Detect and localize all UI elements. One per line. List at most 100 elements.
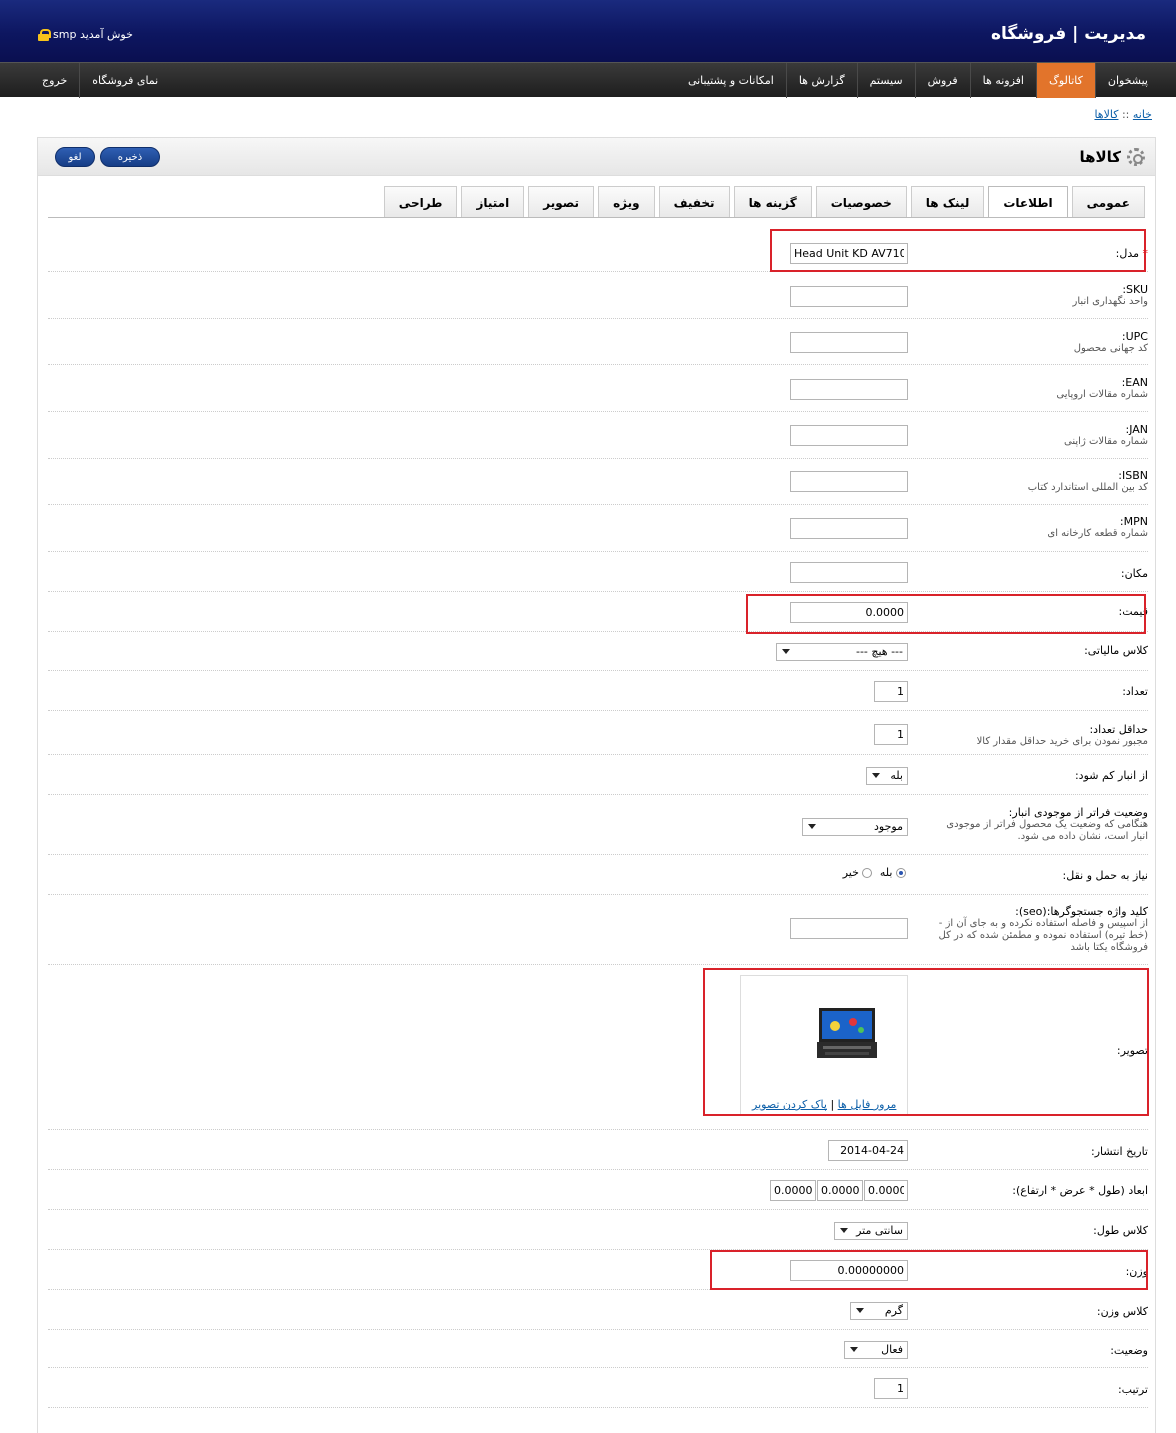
seo-label-text: کلید واژه جستجوگرها:(seo): [1015, 905, 1148, 918]
tab-bar: عمومی اطلاعات لینک ها خصوصیات گزینه ها ت… [380, 186, 1145, 218]
breadcrumb-separator: :: [1118, 108, 1133, 121]
row-sort-order [48, 1368, 1148, 1408]
weight-class-label: کلاس وزن: [1096, 1305, 1148, 1318]
row-quantity [48, 671, 1148, 711]
jan-label-text: JAN: [1125, 423, 1148, 436]
status-select[interactable]: فعال [844, 1341, 908, 1359]
jan-label: JAN: شماره مقالات ژاپنی [1064, 424, 1148, 448]
sku-label-text: SKU: [1122, 283, 1148, 296]
tax-class-select[interactable]: --- هیچ --- [776, 643, 908, 661]
ean-label-text: EAN: [1121, 376, 1148, 389]
chevron-down-icon [856, 1308, 864, 1313]
tab-design[interactable]: طراحی [383, 186, 458, 218]
status-label: وضعیت: [1110, 1344, 1148, 1357]
seo-help: از اسپیس و فاصله استفاده نکرده و به جای … [938, 918, 1148, 953]
tab-general[interactable]: عمومی [1071, 186, 1145, 218]
chevron-down-icon [808, 824, 816, 829]
tab-divider [48, 217, 1145, 218]
gear-icon [1127, 148, 1145, 166]
ean-input[interactable] [790, 379, 908, 400]
breadcrumb-home[interactable]: خانه [1133, 108, 1152, 121]
length-class-label: کلاس طول: [1093, 1224, 1148, 1237]
tab-image[interactable]: تصویر [528, 186, 595, 218]
stock-status-label-text: وضعیت فراتر از موجودی انبار: [1008, 806, 1148, 819]
row-length-class [48, 1210, 1148, 1250]
menu-left-group: نمای فروشگاه خروج [30, 63, 170, 98]
upc-input[interactable] [790, 332, 908, 353]
seo-input[interactable] [790, 918, 908, 939]
shipping-no-radio[interactable] [862, 868, 873, 878]
menu-reports[interactable]: گزارش ها [785, 63, 857, 98]
menu-store-front[interactable]: نمای فروشگاه [79, 63, 170, 98]
date-label: تاریخ انتشار: [1090, 1145, 1148, 1158]
tax-class-value: --- هیچ --- [855, 645, 903, 658]
save-button[interactable]: ذخیره [100, 147, 160, 167]
user-welcome: smp خوش آمدید [38, 28, 133, 41]
tab-links[interactable]: لینک ها [910, 186, 985, 218]
tab-reward[interactable]: امتیاز [461, 186, 525, 218]
row-upc [48, 319, 1148, 365]
page-title: کالاها [1079, 148, 1145, 166]
row-weight-class [48, 1290, 1148, 1330]
dimension-length-input[interactable] [770, 1180, 816, 1201]
date-input[interactable] [828, 1140, 908, 1161]
length-class-select[interactable]: سانتی متر [834, 1222, 908, 1240]
row-isbn [48, 459, 1148, 505]
tab-special[interactable]: ویژه [598, 186, 655, 218]
jan-help: شماره مقالات ژاپنی [1064, 436, 1148, 447]
box-heading: کالاها ذخیره لغو [38, 138, 1155, 176]
row-location [48, 552, 1148, 592]
menu-catalog[interactable]: کاتالوگ [1035, 63, 1095, 98]
chevron-down-icon [850, 1347, 858, 1352]
dimension-height-input[interactable] [864, 1180, 908, 1201]
weight-class-value: گرم [884, 1304, 903, 1317]
seo-label: کلید واژه جستجوگرها:(seo): از اسپیس و فاص… [938, 906, 1148, 954]
sku-label: SKU: واحد نگهداری انبار [1073, 284, 1148, 308]
stock-status-select[interactable]: موجود [802, 818, 908, 836]
sku-input[interactable] [790, 286, 908, 307]
tab-data[interactable]: اطلاعات [988, 186, 1068, 218]
sort-order-label: ترتیب: [1117, 1383, 1148, 1396]
upc-help: کد جهانی محصول [1073, 343, 1148, 354]
menu-sales[interactable]: فروش [914, 63, 970, 98]
dimension-width-input[interactable] [817, 1180, 863, 1201]
isbn-input[interactable] [790, 471, 908, 492]
menu-help[interactable]: امکانات و پشتیبانی [676, 63, 786, 98]
location-input[interactable] [790, 562, 908, 583]
breadcrumb-products[interactable]: کالاها [1094, 108, 1118, 121]
cancel-button[interactable]: لغو [55, 147, 95, 167]
subtract-select[interactable]: بله [866, 767, 908, 785]
shipping-no-label: خیر [842, 866, 859, 879]
tab-discount[interactable]: تخفیف [658, 186, 730, 218]
upc-label-text: UPC: [1121, 330, 1148, 343]
isbn-help: کد بین المللی استاندارد کتاب [1027, 482, 1148, 493]
jan-input[interactable] [790, 425, 908, 446]
menu-extensions[interactable]: افزونه ها [969, 63, 1036, 98]
admin-logo[interactable]: مدیریت | فروشگاه [991, 24, 1146, 44]
sort-order-input[interactable] [874, 1378, 908, 1399]
minimum-input[interactable] [874, 724, 908, 745]
menu-logout[interactable]: خروج [30, 63, 79, 98]
stock-status-help: هنگامی که وضعیت یک محصول فراتر از موجودی… [946, 819, 1148, 842]
weight-class-select[interactable]: گرم [850, 1302, 908, 1320]
chevron-down-icon [782, 649, 790, 654]
row-mpn [48, 505, 1148, 552]
menu-dashboard[interactable]: پیشخوان [1094, 63, 1160, 98]
chevron-down-icon [872, 773, 880, 778]
menu-right-group: پیشخوان کاتالوگ افزونه ها فروش سیستم گزا… [676, 63, 1160, 98]
lock-icon [38, 28, 51, 41]
price-highlight [746, 594, 1146, 634]
row-shipping [48, 855, 1148, 895]
image-highlight [703, 968, 1149, 1116]
quantity-input[interactable] [874, 681, 908, 702]
model-highlight [770, 229, 1146, 272]
shipping-yes-radio[interactable] [896, 868, 906, 878]
mpn-input[interactable] [790, 518, 908, 539]
length-class-value: سانتی متر [856, 1224, 903, 1237]
row-subtract [48, 755, 1148, 795]
tab-options[interactable]: گزینه ها [733, 186, 812, 218]
minimum-label-text: حداقل تعداد: [1089, 723, 1148, 736]
tab-attributes[interactable]: خصوصیات [815, 186, 907, 218]
main-menu: پیشخوان کاتالوگ افزونه ها فروش سیستم گزا… [0, 62, 1176, 98]
menu-system[interactable]: سیستم [856, 63, 915, 98]
